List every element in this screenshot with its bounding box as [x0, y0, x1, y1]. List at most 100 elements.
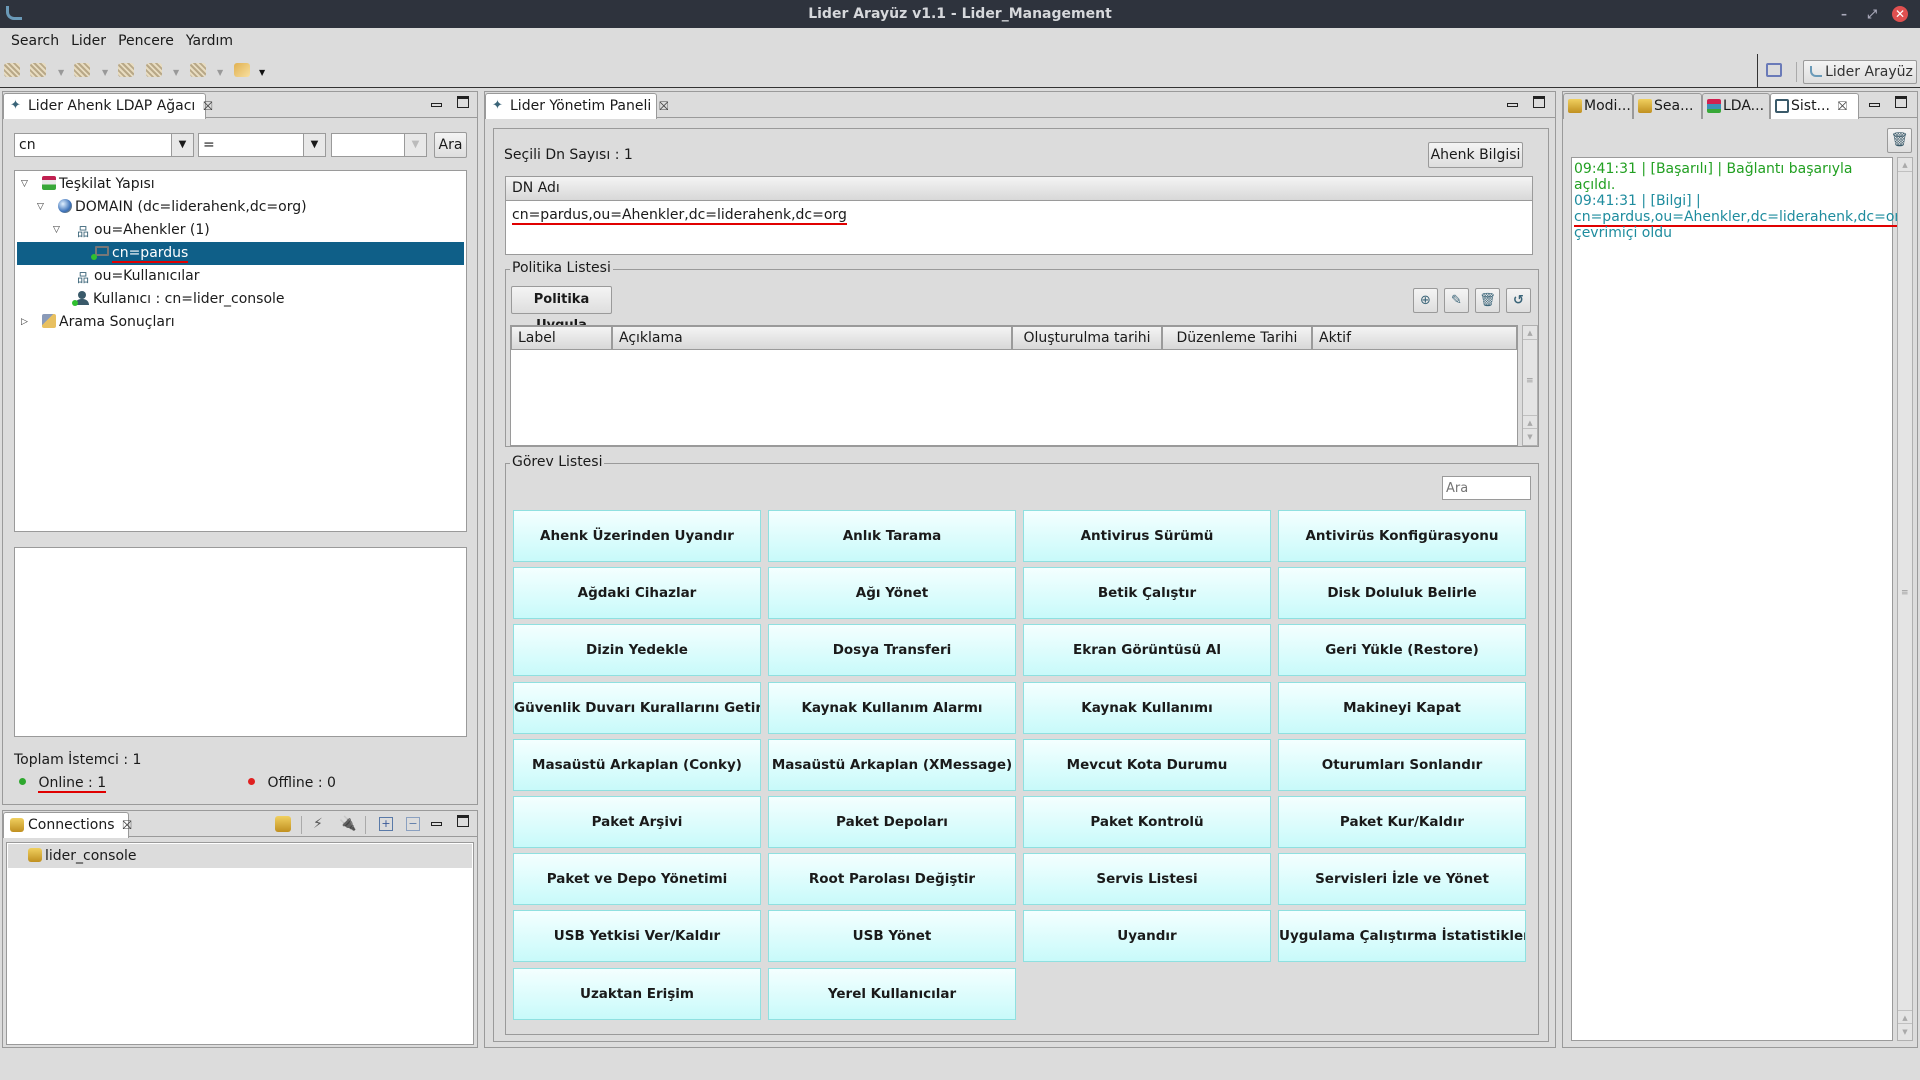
policy-table-scrollbar[interactable]: ▲ ≡ ▲ ▼ [1522, 325, 1538, 446]
dn-column-header[interactable]: DN Adı [506, 177, 1532, 201]
task-button[interactable]: Masaüstü Arkaplan (Conky) [513, 738, 761, 791]
maximize-view-button[interactable] [457, 96, 469, 111]
tab-search[interactable]: Sea... [1633, 93, 1702, 119]
close-tab-icon[interactable]: ⛝ [659, 99, 668, 113]
task-button[interactable]: USB Yetkisi Ver/Kaldır [513, 910, 761, 963]
task-button[interactable]: Paket ve Depo Yönetimi [513, 853, 761, 906]
maximize-view-button[interactable] [1533, 96, 1545, 111]
menu-pencere[interactable]: Pencere [112, 28, 180, 54]
task-button[interactable]: Paket Depoları [768, 796, 1016, 848]
task-button[interactable]: Masaüstü Arkaplan (XMessage) [768, 738, 1016, 791]
task-button[interactable]: Kaynak Kullanım Alarmı [768, 681, 1016, 734]
print-icon[interactable] [4, 63, 20, 77]
expand-all-icon[interactable]: + [379, 817, 393, 831]
task-button[interactable]: Uzaktan Erişim [513, 967, 761, 1020]
tree-node-arama-sonuclari[interactable]: ▷ Arama Sonuçları [17, 311, 464, 334]
task-button[interactable]: Servis Listesi [1023, 853, 1271, 906]
task-button[interactable]: Paket Kur/Kaldır [1278, 796, 1526, 848]
minimize-view-button[interactable] [1869, 96, 1880, 110]
maximize-view-button[interactable] [1895, 96, 1907, 111]
task-button[interactable]: USB Yönet [768, 910, 1016, 963]
tree-node-domain[interactable]: ▽ DOMAIN (dc=liderahenk,dc=org) [17, 196, 464, 219]
tab-modules[interactable]: Modi... [1563, 93, 1633, 119]
column-header-active[interactable]: Aktif [1312, 326, 1517, 350]
log-scrollbar[interactable]: ▲ ≡ ▲ ▼ [1897, 157, 1913, 1041]
task-button[interactable]: Antivirus Sürümü [1023, 510, 1271, 562]
task-button[interactable]: Dizin Yedekle [513, 624, 761, 677]
task-button[interactable]: Betik Çalıştır [1023, 567, 1271, 620]
task-button[interactable]: Ağı Yönet [768, 567, 1016, 620]
scroll-up-icon[interactable]: ▲ [1523, 326, 1537, 340]
collapse-all-icon[interactable]: − [406, 817, 420, 831]
expand-toggle-icon[interactable]: ▷ [21, 311, 28, 334]
ahenk-info-button[interactable]: Ahenk Bilgisi [1428, 142, 1523, 168]
dropdown-arrow-icon[interactable]: ▼ [259, 68, 265, 77]
minimize-view-button[interactable] [1507, 96, 1518, 110]
close-tab-icon[interactable]: ⛝ [123, 818, 132, 832]
column-header-modified[interactable]: Düzenleme Tarihi [1162, 326, 1312, 350]
add-policy-icon[interactable]: ⊕ [1413, 288, 1438, 313]
tree-node-teskilat[interactable]: ▽ Teşkilat Yapısı [17, 173, 464, 196]
task-button[interactable]: Yerel Kullanıcılar [768, 967, 1016, 1020]
task-button[interactable]: Mevcut Kota Durumu [1023, 738, 1271, 791]
open-icon[interactable] [74, 63, 90, 77]
minimize-view-button[interactable] [431, 815, 442, 829]
delete-policy-icon[interactable]: 🗑 [1475, 288, 1500, 313]
close-tab-icon[interactable]: ⛝ [1838, 99, 1847, 113]
expand-toggle-icon[interactable]: ▽ [53, 219, 60, 242]
tab-connections[interactable]: Connections ⛝ [3, 812, 132, 838]
refresh-policy-icon[interactable]: ↺ [1506, 288, 1531, 313]
task-button[interactable]: Root Parolası Değiştir [768, 853, 1016, 906]
maximize-view-button[interactable] [457, 815, 469, 830]
menu-lider[interactable]: Lider [65, 28, 112, 54]
task-button[interactable]: Uygulama Çalıştırma İstatistikleri [1278, 910, 1526, 963]
minimize-view-button[interactable] [431, 96, 442, 110]
tree-node-ahenkler[interactable]: ▽ 品 ou=Ahenkler (1) [17, 219, 464, 242]
dropdown-arrow-icon[interactable]: ▼ [217, 68, 223, 77]
tab-ldap-tree[interactable]: ✦ Lider Ahenk LDAP Ağacı ⛝ [3, 93, 212, 119]
scroll-up-icon[interactable]: ▲ [1898, 158, 1912, 172]
expand-toggle-icon[interactable]: ▽ [21, 173, 28, 196]
close-tab-icon[interactable]: ⛝ [203, 99, 212, 113]
task-button[interactable]: Disk Doluluk Belirle [1278, 567, 1526, 620]
back-arrow-icon[interactable] [146, 63, 162, 77]
menu-yardim[interactable]: Yardım [180, 28, 239, 54]
scroll-down-icon[interactable]: ▼ [1898, 1025, 1912, 1039]
disconnect-icon[interactable]: ⚡ [313, 816, 323, 832]
task-button[interactable]: Ağdaki Cihazlar [513, 567, 761, 620]
tree-node-kullanicilar[interactable]: 品 ou=Kullanıcılar [17, 265, 464, 288]
expand-toggle-icon[interactable]: ▽ [37, 196, 44, 219]
minimize-window-button[interactable]: – [1836, 6, 1852, 22]
dropdown-arrow-icon[interactable]: ▼ [173, 68, 179, 77]
scroll-down-icon[interactable]: ▼ [1523, 430, 1537, 444]
column-header-created[interactable]: Oluşturulma tarihi [1012, 326, 1162, 350]
task-button[interactable]: Ahenk Üzerinden Uyandır [513, 510, 761, 562]
perspective-lider-arayuz-button[interactable]: Lider Arayüz [1803, 60, 1917, 84]
open-perspective-icon[interactable] [1766, 63, 1782, 77]
clear-log-icon[interactable]: 🗑 [1887, 128, 1912, 153]
back-history-icon[interactable] [118, 63, 134, 77]
tree-node-pardus[interactable]: cn=pardus [17, 242, 464, 265]
edit-policy-icon[interactable]: ✎ [1444, 288, 1469, 313]
dropdown-arrow-icon[interactable]: ▼ [102, 68, 108, 77]
connection-item[interactable]: lider_console [8, 844, 472, 868]
maximize-window-button[interactable]: ⤢ [1864, 6, 1880, 22]
dropdown-arrow-icon[interactable]: ▼ [58, 68, 64, 77]
tab-system[interactable]: Sist... ⛝ [1770, 93, 1859, 119]
task-button[interactable]: Geri Yükle (Restore) [1278, 624, 1526, 677]
task-button[interactable]: Antivirüs Konfigürasyonu [1278, 510, 1526, 562]
task-button[interactable]: Servisleri İzle ve Yönet [1278, 853, 1526, 906]
connect-icon[interactable]: 🔌 [339, 816, 356, 832]
forward-arrow-icon[interactable] [190, 63, 206, 77]
tree-node-lider-console-user[interactable]: Kullanıcı : cn=lider_console [17, 288, 464, 311]
task-button[interactable]: Oturumları Sonlandır [1278, 738, 1526, 791]
dn-row[interactable]: cn=pardus,ou=Ahenkler,dc=liderahenk,dc=o… [512, 207, 847, 225]
tab-management-panel[interactable]: ✦ Lider Yönetim Paneli ⛝ [485, 93, 668, 119]
task-button[interactable]: Uyandır [1023, 910, 1271, 963]
task-button[interactable]: Ekran Görüntüsü Al [1023, 624, 1271, 677]
task-button[interactable]: Paket Arşivi [513, 796, 761, 848]
column-header-description[interactable]: Açıklama [612, 326, 1012, 350]
pen-tool-icon[interactable] [234, 63, 250, 77]
close-window-button[interactable]: ✕ [1892, 6, 1908, 22]
save-icon[interactable] [30, 63, 46, 77]
